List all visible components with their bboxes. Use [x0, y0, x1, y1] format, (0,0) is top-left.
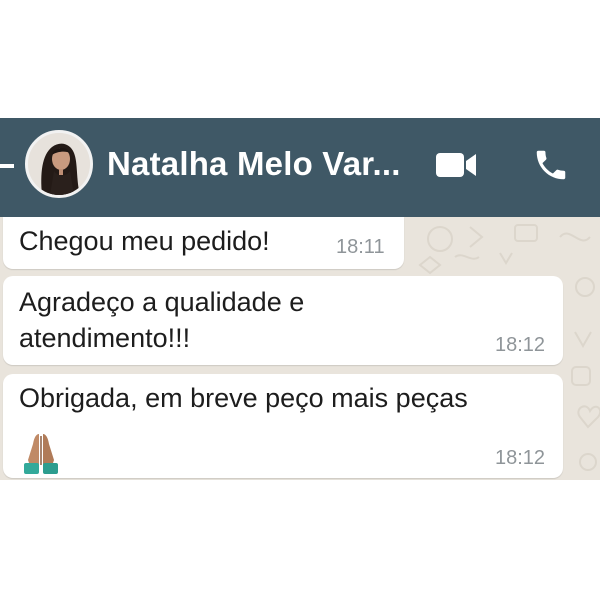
- message-time: 18:12: [495, 334, 546, 356]
- chat-header: Natalha Melo Var...: [0, 118, 600, 217]
- message-text: Agradeço a qualidade e atendimento!!!: [19, 287, 305, 353]
- message-list[interactable]: Chegou meu pedido! 18:11 Agradeço a qual…: [0, 217, 600, 480]
- message-time: 18:12: [495, 447, 546, 469]
- avatar[interactable]: [25, 130, 93, 198]
- message-bubble[interactable]: Chegou meu pedido! 18:11: [3, 217, 404, 269]
- avatar-photo: [28, 133, 90, 195]
- message-text: Obrigada, em breve peço mais peças: [19, 383, 468, 413]
- phone-icon[interactable]: [532, 146, 570, 184]
- contact-name[interactable]: Natalha Melo Var...: [107, 145, 401, 183]
- message-bubble[interactable]: Obrigada, em breve peço mais peças 18:12: [3, 374, 563, 478]
- message-text: Chegou meu pedido!: [19, 226, 270, 256]
- folded-hands-emoji: [24, 434, 58, 474]
- message-time: 18:11: [336, 236, 385, 258]
- chat-screenshot: Natalha Melo Var... Chegou meu pedido! 1…: [0, 118, 600, 480]
- video-camera-icon[interactable]: [436, 151, 478, 179]
- arrow-left-icon[interactable]: [0, 151, 14, 181]
- message-bubble[interactable]: Agradeço a qualidade e atendimento!!! 18…: [3, 276, 563, 365]
